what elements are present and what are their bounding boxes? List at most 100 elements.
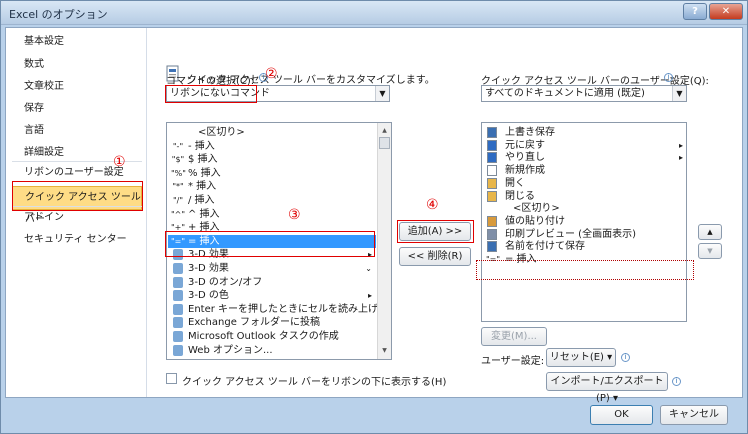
command-item[interactable]: "%"% 挿入	[168, 167, 376, 180]
save-icon	[487, 127, 497, 138]
toolbar-item-label: 閉じる	[505, 190, 535, 202]
blank-icon	[486, 203, 500, 214]
annotation-box-add	[397, 220, 474, 243]
command-item[interactable]: <区切り>	[168, 126, 376, 139]
command-label: Enter キーを押したときにセルを読み上げ	[188, 303, 379, 315]
redo-icon	[487, 152, 497, 164]
command-label: 3-D 効果	[188, 263, 229, 274]
modify-button[interactable]: 変更(M)...	[481, 327, 547, 346]
options-nav: 基本設定 数式 文章校正 保存 言語 詳細設定 リボンのユーザー設定 クイック アクセス ツー…	[6, 28, 147, 397]
info-icon: i	[672, 377, 681, 386]
command-item[interactable]: "$" $ 挿入	[168, 153, 376, 166]
command-label: $ 挿入	[188, 154, 218, 166]
toolbar-item[interactable]: 名前を付けて保存	[483, 240, 685, 253]
toolbar-item-label: 上書き保存	[505, 127, 555, 138]
move-up-button[interactable]: ▲	[698, 224, 722, 240]
open-icon	[487, 177, 497, 189]
command-icon: "-"	[172, 141, 184, 151]
dialog-footer: OK キャンセル	[5, 400, 743, 433]
close-button[interactable]: ✕	[709, 3, 743, 20]
toolbar-item[interactable]: 上書き保存	[483, 126, 685, 139]
command-icon: "^"	[171, 209, 186, 219]
command-label: Exchange フォルダーに投稿	[188, 317, 321, 329]
command-item[interactable]: 3-D の色 ▸	[168, 289, 376, 302]
command-icon	[171, 127, 185, 138]
annotation-4: ④	[426, 197, 439, 213]
import-export-button[interactable]: インポート/エクスポート(P) ▾	[546, 372, 668, 404]
nav-item[interactable]: 基本設定	[12, 33, 142, 51]
command-item[interactable]: "^" ^ 挿入	[168, 208, 376, 221]
command-label: Web オプション...	[188, 344, 273, 356]
annotation-3: ③	[288, 207, 301, 223]
command-icon	[173, 276, 183, 288]
cancel-button[interactable]: キャンセル	[660, 405, 728, 425]
command-item[interactable]: "*" * 挿入	[168, 180, 376, 193]
annotation-box-selected-command	[165, 231, 375, 257]
toolbar-item[interactable]: 新規作成	[483, 164, 685, 177]
nav-item[interactable]: セキュリティ センター	[12, 231, 142, 249]
nav-item[interactable]: 文章校正	[12, 78, 142, 96]
command-label: - 挿入	[188, 140, 215, 152]
submenu-arrow-icon: ▸	[367, 291, 372, 301]
toolbar-item-label: 値の貼り付け	[505, 215, 565, 227]
toolbar-item-label: 元に戻す	[505, 139, 545, 151]
nav-item[interactable]: アドイン	[12, 209, 142, 227]
submenu-arrow-icon: ▸	[678, 140, 683, 150]
command-item[interactable]: 3-D のオン/オフ	[168, 276, 376, 289]
combo-arrow-icon[interactable]: ▼	[375, 86, 389, 101]
command-item[interactable]: Exchange フォルダーに投稿	[168, 316, 376, 329]
scroll-down-icon[interactable]: ▼	[379, 345, 390, 356]
info-icon: i	[621, 353, 630, 362]
toolbar-item[interactable]: 元に戻す ▸	[483, 139, 685, 152]
window-title: Excel のオプション	[9, 8, 108, 21]
command-icon: "$"	[171, 155, 185, 165]
toolbar-item-label: 名前を付けて保存	[505, 241, 585, 253]
customize-toolbar-combo[interactable]: すべてのドキュメントに適用 (既定) ▼	[481, 85, 687, 102]
toolbar-item[interactable]: 開く	[483, 177, 685, 190]
command-item[interactable]: 3-D 効果 ⌄	[168, 262, 376, 275]
nav-item[interactable]: 数式	[12, 56, 142, 74]
command-item[interactable]: Web オプション...	[168, 344, 376, 357]
new-icon	[487, 165, 497, 177]
nav-item[interactable]: 言語	[12, 122, 142, 140]
command-label: ^ 挿入	[188, 208, 220, 220]
command-icon	[173, 290, 183, 302]
info-icon: i	[664, 73, 673, 82]
help-button[interactable]: ?	[683, 3, 707, 20]
ok-button[interactable]: OK	[590, 405, 653, 425]
close-icon	[487, 190, 497, 202]
command-item[interactable]: Enter キーを押したときにセルを読み上げ	[168, 303, 379, 316]
command-item[interactable]: Microsoft Outlook タスクの作成	[168, 330, 376, 343]
combo-arrow-icon[interactable]: ▼	[672, 86, 686, 101]
title-bar[interactable]: Excel のオプション ? ✕	[1, 1, 747, 25]
toolbar-item[interactable]: 値の貼り付け	[483, 215, 685, 228]
undo-icon	[487, 139, 497, 151]
commands-scrollbar[interactable]: ▲ ▼	[377, 123, 391, 359]
reset-button[interactable]: リセット(E) ▾	[546, 348, 616, 367]
command-icon	[173, 317, 183, 329]
command-icon: "/"	[172, 196, 184, 205]
show-below-ribbon-label: クイック アクセス ツール バーをリボンの下に表示する(H)	[182, 377, 447, 388]
toolbar-item[interactable]: <区切り>	[483, 202, 685, 215]
remove-button[interactable]: << 削除(R)	[399, 247, 471, 266]
submenu-arrow-icon: ▸	[678, 153, 683, 163]
command-item[interactable]: "/" / 挿入	[168, 194, 376, 207]
toolbar-item-label: やり直し	[505, 152, 545, 164]
preview-icon	[487, 228, 497, 240]
saveas-icon	[487, 241, 497, 253]
command-icon: "%"	[171, 168, 186, 178]
move-down-button[interactable]: ▼	[698, 243, 722, 259]
toolbar-item[interactable]: 印刷プレビュー (全画面表示)	[483, 228, 685, 241]
annotation-2: ②	[265, 66, 278, 82]
toolbar-item[interactable]: 閉じる	[483, 190, 685, 203]
nav-item[interactable]: 保存	[12, 100, 142, 118]
scroll-up-icon[interactable]: ▲	[379, 125, 390, 136]
toolbar-item[interactable]: やり直し ▸	[483, 151, 685, 164]
command-label: 3-D の色	[188, 290, 229, 302]
toolbar-commands-list[interactable]: 上書き保存 元に戻す ▸ やり直し ▸ 新規作成 開く 閉じる <区切り> 値の貼り付け 印刷プレビ…	[481, 122, 687, 322]
scrollbar-thumb[interactable]	[379, 137, 390, 149]
toolbar-item-label: 開く	[505, 177, 525, 189]
command-item[interactable]: "-" - 挿入	[168, 140, 376, 153]
command-icon	[173, 344, 183, 356]
show-below-ribbon-checkbox[interactable]	[166, 373, 177, 384]
